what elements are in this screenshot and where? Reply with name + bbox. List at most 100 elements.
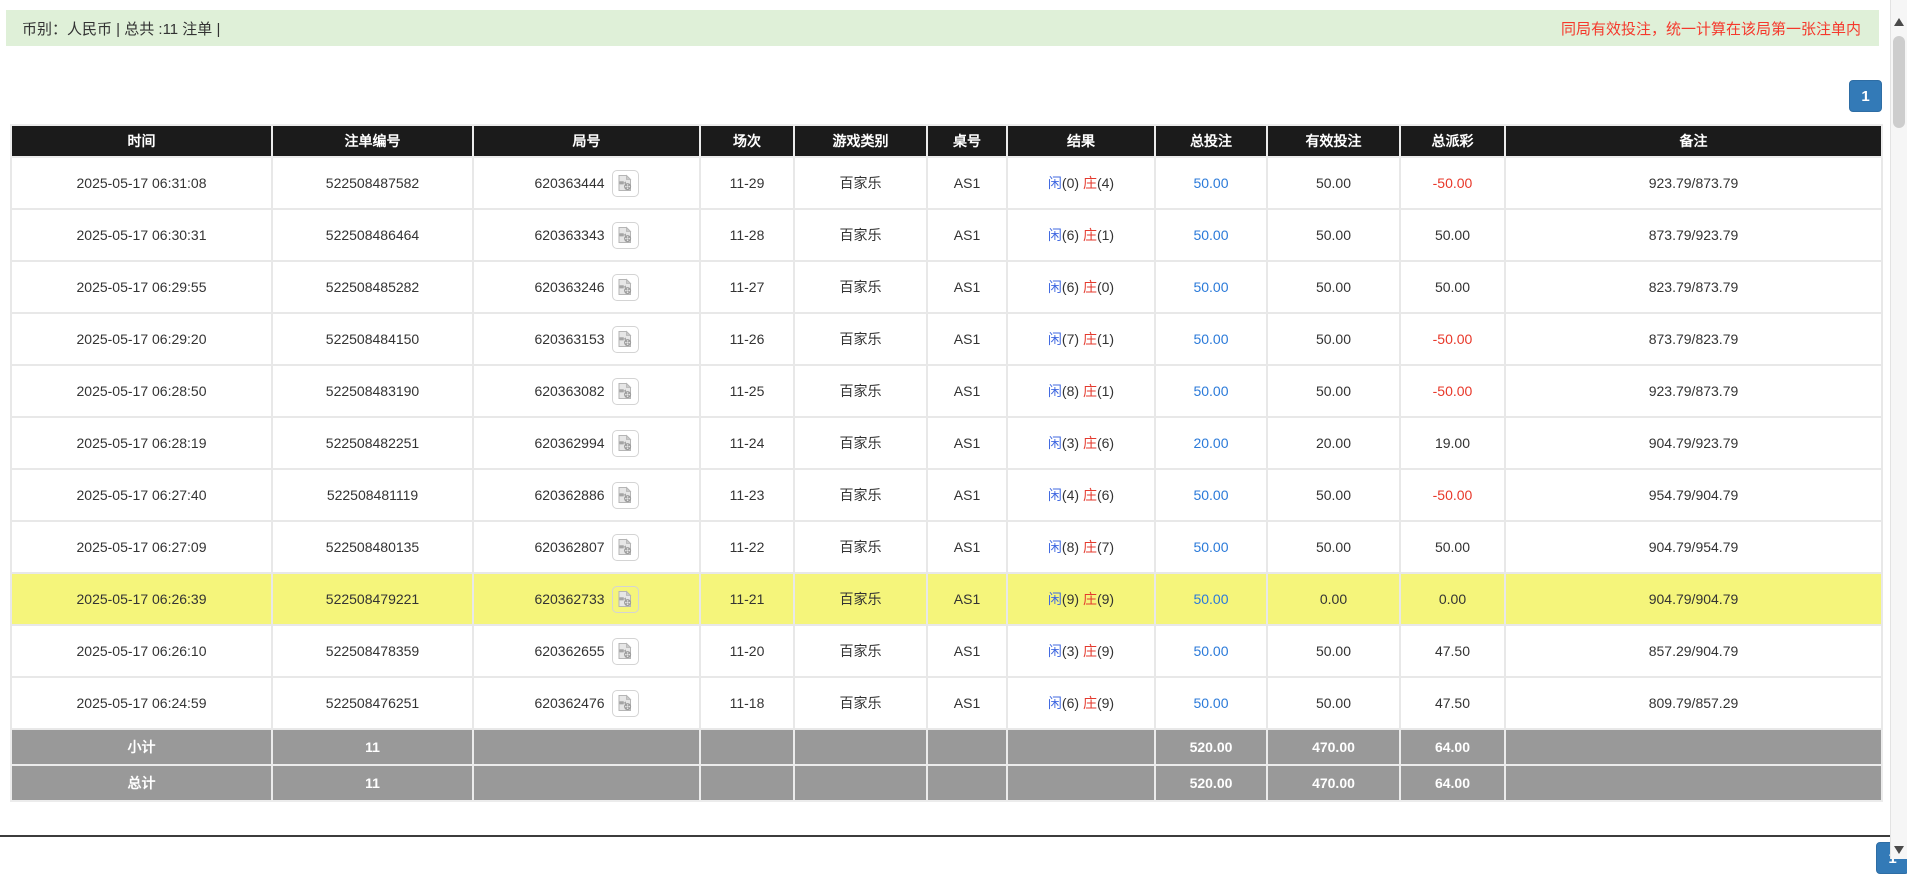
view-video-button[interactable] <box>612 274 639 301</box>
bet-record-row: 2025-05-17 06:28:19522508482251620362994… <box>11 417 1882 469</box>
cell-session: 11-21 <box>700 573 794 625</box>
cell-bet-id: 522508476251 <box>272 677 473 729</box>
summary-empty-cell <box>473 765 700 801</box>
cell-result: 闲(3) 庄(9) <box>1007 625 1155 677</box>
column-header-table-no: 桌号 <box>927 125 1007 157</box>
total-bet-link[interactable]: 50.00 <box>1193 331 1228 347</box>
cell-total-bet[interactable]: 50.00 <box>1155 365 1267 417</box>
round-number: 620362476 <box>534 695 604 711</box>
total-bet-link[interactable]: 50.00 <box>1193 227 1228 243</box>
total-bet-link[interactable]: 50.00 <box>1193 591 1228 607</box>
player-score: (4) <box>1062 487 1079 503</box>
cell-game-type: 百家乐 <box>794 313 927 365</box>
player-score: (6) <box>1062 227 1079 243</box>
scrollbar-up-arrow-icon[interactable] <box>1894 18 1904 26</box>
summary-empty-cell <box>927 729 1007 765</box>
cell-result: 闲(6) 庄(9) <box>1007 677 1155 729</box>
video-file-icon <box>616 330 634 348</box>
cell-remark: 809.79/857.29 <box>1505 677 1882 729</box>
table-header-row: 时间注单编号局号场次游戏类别桌号结果总投注有效投注总派彩备注 <box>11 125 1882 157</box>
cell-session: 11-20 <box>700 625 794 677</box>
cell-remark: 923.79/873.79 <box>1505 365 1882 417</box>
cell-game-type: 百家乐 <box>794 157 927 209</box>
cell-bet-id: 522508486464 <box>272 209 473 261</box>
column-header-valid-bet: 有效投注 <box>1267 125 1400 157</box>
cell-time: 2025-05-17 06:31:08 <box>11 157 272 209</box>
cell-total-bet[interactable]: 50.00 <box>1155 469 1267 521</box>
view-video-button[interactable] <box>612 690 639 717</box>
cell-total-bet[interactable]: 50.00 <box>1155 521 1267 573</box>
pagination-page-1-top[interactable]: 1 <box>1849 80 1882 112</box>
cell-valid-bet: 20.00 <box>1267 417 1400 469</box>
column-header-result: 结果 <box>1007 125 1155 157</box>
total-bet-link[interactable]: 50.00 <box>1193 383 1228 399</box>
column-header-round-no: 局号 <box>473 125 700 157</box>
cell-session: 11-22 <box>700 521 794 573</box>
vertical-scrollbar[interactable] <box>1890 0 1907 859</box>
player-score: (8) <box>1062 383 1079 399</box>
video-file-icon <box>616 486 634 504</box>
summary-empty-cell <box>1505 765 1882 801</box>
cell-time: 2025-05-17 06:26:10 <box>11 625 272 677</box>
cell-total-bet[interactable]: 50.00 <box>1155 209 1267 261</box>
cell-table-no: AS1 <box>927 469 1007 521</box>
cell-time: 2025-05-17 06:29:20 <box>11 313 272 365</box>
player-score: (6) <box>1062 279 1079 295</box>
bet-record-row: 2025-05-17 06:29:55522508485282620363246… <box>11 261 1882 313</box>
total-bet-link[interactable]: 50.00 <box>1193 175 1228 191</box>
view-video-button[interactable] <box>612 378 639 405</box>
cell-result: 闲(9) 庄(9) <box>1007 573 1155 625</box>
total-bet-link[interactable]: 50.00 <box>1193 279 1228 295</box>
cell-result: 闲(6) 庄(1) <box>1007 209 1155 261</box>
cell-total-bet[interactable]: 20.00 <box>1155 417 1267 469</box>
view-video-button[interactable] <box>612 534 639 561</box>
total-bet-link[interactable]: 20.00 <box>1193 435 1228 451</box>
cell-round-no: 620363343 <box>473 209 700 261</box>
cell-result: 闲(4) 庄(6) <box>1007 469 1155 521</box>
cell-time: 2025-05-17 06:30:31 <box>11 209 272 261</box>
total-bet-link[interactable]: 50.00 <box>1193 539 1228 555</box>
view-video-button[interactable] <box>612 170 639 197</box>
cell-bet-id: 522508485282 <box>272 261 473 313</box>
cell-round-no: 620363246 <box>473 261 700 313</box>
summary-label: 总计 <box>11 765 272 801</box>
banker-result-label: 庄 <box>1083 227 1097 243</box>
view-video-button[interactable] <box>612 586 639 613</box>
round-number: 620362733 <box>534 591 604 607</box>
cell-total-bet[interactable]: 50.00 <box>1155 625 1267 677</box>
cell-total-bet[interactable]: 50.00 <box>1155 677 1267 729</box>
cell-round-no: 620362476 <box>473 677 700 729</box>
cell-result: 闲(6) 庄(0) <box>1007 261 1155 313</box>
currency-info-bar: 币别：人民币 | 总共 :11 注单 | 同局有效投注，统一计算在该局第一张注单… <box>6 10 1879 46</box>
player-result-label: 闲 <box>1048 175 1062 191</box>
video-file-icon <box>616 694 634 712</box>
total-bet-link[interactable]: 50.00 <box>1193 487 1228 503</box>
total-bet-link[interactable]: 50.00 <box>1193 643 1228 659</box>
cell-remark: 904.79/904.79 <box>1505 573 1882 625</box>
banker-result-label: 庄 <box>1083 331 1097 347</box>
bet-record-row: 2025-05-17 06:27:40522508481119620362886… <box>11 469 1882 521</box>
player-score: (3) <box>1062 435 1079 451</box>
cell-result: 闲(8) 庄(1) <box>1007 365 1155 417</box>
cell-total-bet[interactable]: 50.00 <box>1155 573 1267 625</box>
cell-time: 2025-05-17 06:28:19 <box>11 417 272 469</box>
currency-total-text: 币别：人民币 | 总共 :11 注单 | <box>22 18 220 39</box>
view-video-button[interactable] <box>612 430 639 457</box>
view-video-button[interactable] <box>612 222 639 249</box>
cell-time: 2025-05-17 06:27:40 <box>11 469 272 521</box>
view-video-button[interactable] <box>612 638 639 665</box>
cell-session: 11-23 <box>700 469 794 521</box>
cell-valid-bet: 50.00 <box>1267 365 1400 417</box>
scrollbar-down-arrow-icon[interactable] <box>1894 846 1904 854</box>
cell-game-type: 百家乐 <box>794 417 927 469</box>
cell-total-bet[interactable]: 50.00 <box>1155 157 1267 209</box>
view-video-button[interactable] <box>612 482 639 509</box>
total-bet-link[interactable]: 50.00 <box>1193 695 1228 711</box>
player-result-label: 闲 <box>1048 279 1062 295</box>
view-video-button[interactable] <box>612 326 639 353</box>
cell-total-bet[interactable]: 50.00 <box>1155 313 1267 365</box>
cell-total-bet[interactable]: 50.00 <box>1155 261 1267 313</box>
summary-empty-cell <box>794 765 927 801</box>
summary-empty-cell <box>1007 729 1155 765</box>
scrollbar-thumb[interactable] <box>1893 36 1905 128</box>
